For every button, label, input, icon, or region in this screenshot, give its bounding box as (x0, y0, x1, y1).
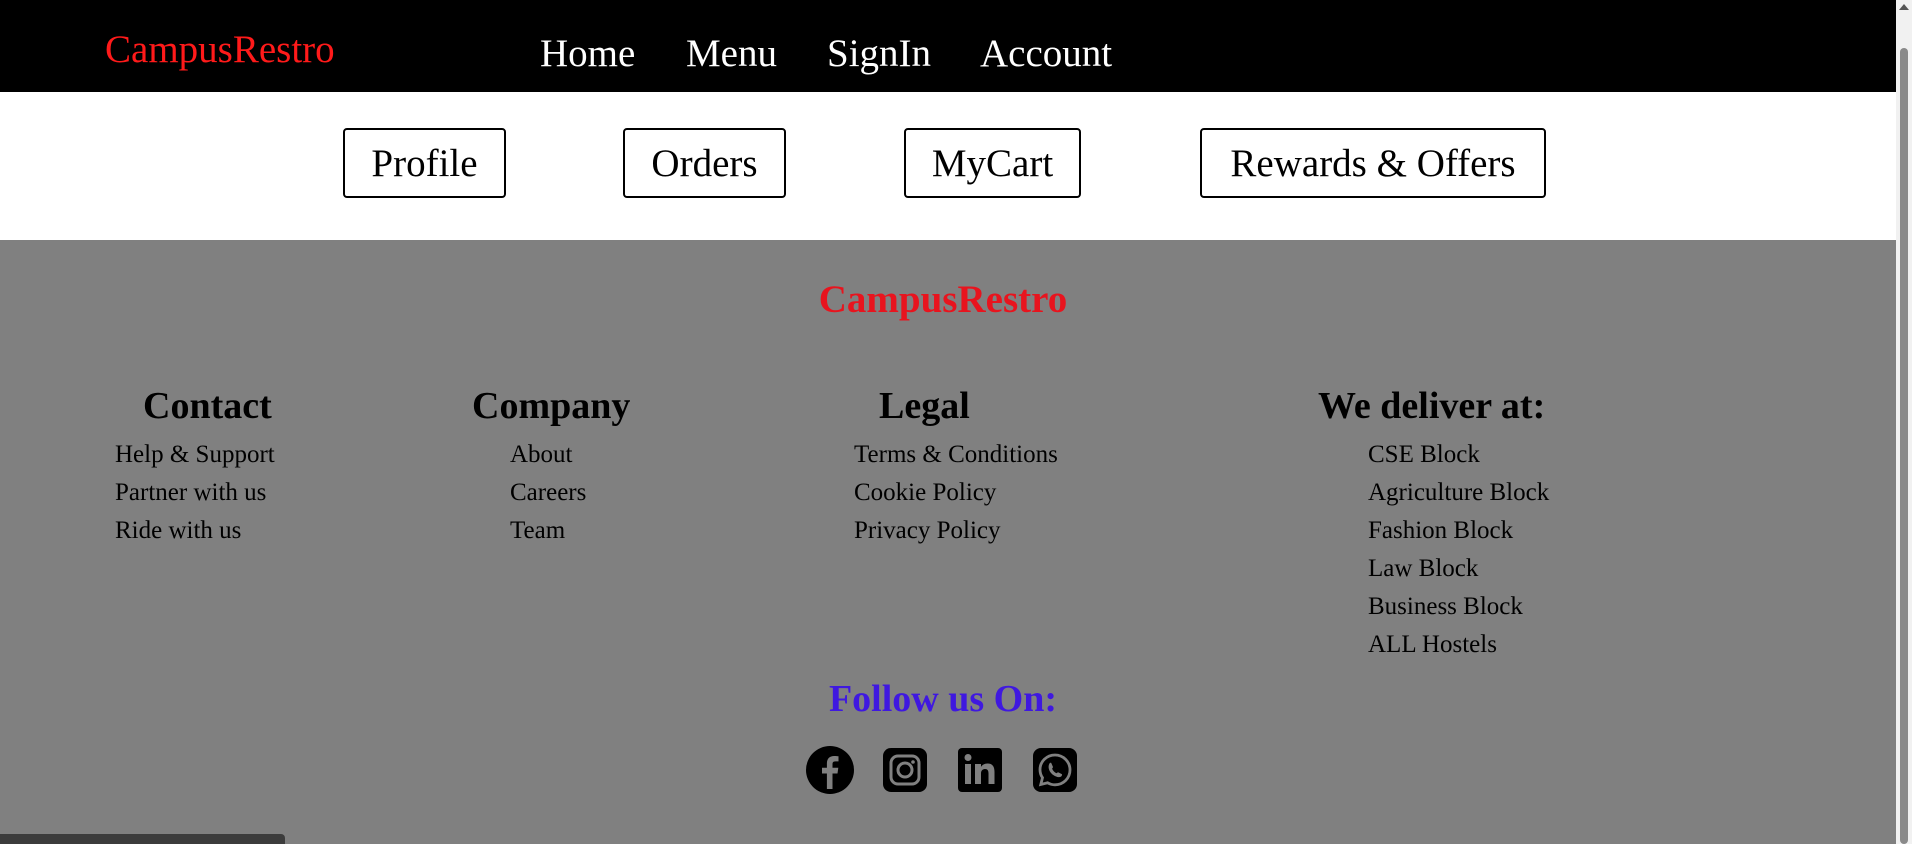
terms-link[interactable]: Terms & Conditions (854, 442, 1058, 467)
scroll-up-icon[interactable] (1899, 4, 1909, 10)
nav-signin-link[interactable]: SignIn (827, 34, 931, 73)
business-block-link[interactable]: Business Block (1368, 594, 1523, 619)
brand-logo[interactable]: CampusRestro (105, 30, 335, 69)
law-block-link[interactable]: Law Block (1368, 556, 1478, 581)
team-link[interactable]: Team (510, 518, 565, 543)
account-subnav: Profile Orders MyCart Rewards & Offers (0, 92, 1896, 240)
page-scrollbar[interactable] (1896, 0, 1912, 844)
contact-heading: Contact (143, 385, 272, 427)
deliver-heading: We deliver at: (1318, 385, 1546, 427)
linkedin-icon[interactable] (955, 745, 1005, 795)
mycart-button[interactable]: MyCart (904, 128, 1081, 198)
careers-link[interactable]: Careers (510, 480, 586, 505)
whatsapp-icon[interactable] (1030, 745, 1080, 795)
ride-link[interactable]: Ride with us (115, 518, 241, 543)
partner-link[interactable]: Partner with us (115, 480, 266, 505)
cookie-policy-link[interactable]: Cookie Policy (854, 480, 996, 505)
scroll-thumb[interactable] (1900, 48, 1908, 844)
facebook-icon[interactable] (805, 745, 855, 795)
all-hostels-link[interactable]: ALL Hostels (1368, 632, 1497, 657)
instagram-icon[interactable] (880, 745, 930, 795)
browser-status-bar (0, 834, 285, 844)
nav-account-link[interactable]: Account (980, 34, 1112, 73)
profile-button[interactable]: Profile (343, 128, 506, 198)
top-navbar: CampusRestro Home Menu SignIn Account (0, 0, 1896, 92)
privacy-policy-link[interactable]: Privacy Policy (854, 518, 1001, 543)
rewards-offers-button[interactable]: Rewards & Offers (1200, 128, 1546, 198)
agriculture-block-link[interactable]: Agriculture Block (1368, 480, 1549, 505)
legal-heading: Legal (879, 385, 970, 427)
help-support-link[interactable]: Help & Support (115, 442, 275, 467)
footer-brand: CampusRestro (818, 278, 1068, 321)
nav-home-link[interactable]: Home (540, 34, 635, 73)
orders-button[interactable]: Orders (623, 128, 786, 198)
cse-block-link[interactable]: CSE Block (1368, 442, 1480, 467)
about-link[interactable]: About (510, 442, 573, 467)
company-heading: Company (472, 385, 631, 427)
nav-menu-link[interactable]: Menu (686, 34, 777, 73)
fashion-block-link[interactable]: Fashion Block (1368, 518, 1513, 543)
follow-heading: Follow us On: (828, 678, 1058, 720)
